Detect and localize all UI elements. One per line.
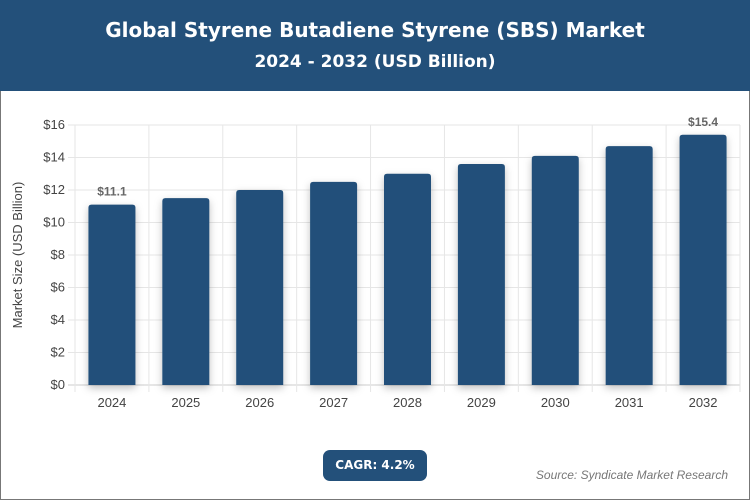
bar xyxy=(88,204,136,385)
bar xyxy=(605,146,653,385)
y-tick-label: $12 xyxy=(43,182,65,197)
chart-subtitle: 2024 - 2032 (USD Billion) xyxy=(254,52,496,72)
y-tick-label: $14 xyxy=(43,150,65,165)
x-tick-label: 2030 xyxy=(541,395,570,410)
x-tick-label: 2032 xyxy=(689,395,718,410)
cagr-badge: CAGR: 4.2% xyxy=(323,450,427,481)
bar xyxy=(162,198,210,385)
y-tick-label: $2 xyxy=(51,345,65,360)
x-tick-label: 2025 xyxy=(171,395,200,410)
data-label: $15.4 xyxy=(688,115,718,129)
x-tick-label: 2031 xyxy=(615,395,644,410)
data-label: $11.1 xyxy=(97,185,127,199)
bar xyxy=(310,181,358,385)
bar xyxy=(457,164,505,385)
y-axis-label: Market Size (USD Billion) xyxy=(10,182,25,329)
x-tick-label: 2024 xyxy=(97,395,126,410)
y-tick-label: $16 xyxy=(43,117,65,132)
y-tick-label: $10 xyxy=(43,215,65,230)
chart-title: Global Styrene Butadiene Styrene (SBS) M… xyxy=(105,18,645,42)
bar xyxy=(531,155,579,385)
y-tick-label: $0 xyxy=(51,377,65,392)
y-tick-label: $4 xyxy=(51,312,65,327)
bar xyxy=(236,190,284,385)
bar-chart: $0 $2 $4 $6 $8 $10 $12 $14 $16 2024 $11.1 2025 2026 2… xyxy=(10,115,741,410)
source-note: Source: Syndicate Market Research xyxy=(535,468,728,482)
x-tick-label: 2029 xyxy=(467,395,496,410)
x-tick-label: 2026 xyxy=(245,395,274,410)
bar xyxy=(384,173,431,385)
y-tick-label: $6 xyxy=(51,280,65,295)
y-tick-label: $8 xyxy=(51,247,65,262)
bar xyxy=(679,134,727,385)
header: Global Styrene Butadiene Styrene (SBS) M… xyxy=(0,0,750,91)
x-tick-label: 2028 xyxy=(393,395,422,410)
x-tick-label: 2027 xyxy=(319,395,348,410)
